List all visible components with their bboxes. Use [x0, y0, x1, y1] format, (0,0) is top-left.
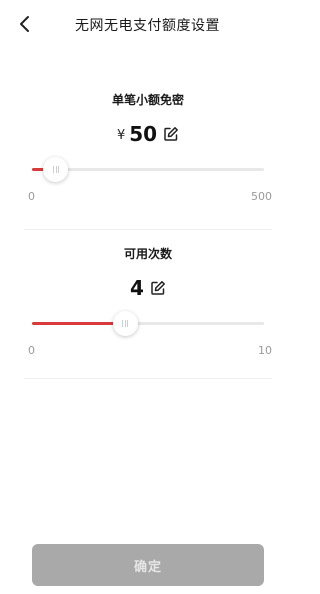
count-min-label: 0	[28, 344, 35, 357]
count-slider-thumb[interactable]	[112, 311, 138, 336]
amount-label: 单笔小额免密	[111, 93, 184, 107]
count-section: 可用次数 4 0 10	[24, 238, 272, 378]
edit-amount-button[interactable]	[163, 126, 179, 142]
amount-value: 50	[129, 122, 158, 146]
grip-icon	[52, 166, 59, 173]
section-divider	[24, 229, 272, 230]
amount-slider-thumb[interactable]	[43, 157, 69, 182]
count-value-row: 4	[24, 276, 272, 300]
confirm-button[interactable]: 确定	[32, 544, 264, 586]
count-label: 可用次数	[123, 247, 172, 261]
edit-icon	[164, 127, 179, 141]
amount-slider-track[interactable]	[32, 157, 264, 182]
currency-symbol: ¥	[116, 128, 126, 143]
amount-value-row: ¥ 50	[24, 122, 272, 146]
amount-min-label: 0	[28, 190, 35, 203]
grip-icon	[122, 320, 129, 327]
edit-icon	[151, 281, 165, 295]
page-title: 无网无电支付额度设置	[75, 18, 220, 34]
amount-max-label: 500	[251, 190, 272, 203]
count-slider-fill	[32, 322, 125, 325]
edit-count-button[interactable]	[150, 280, 166, 296]
nav-bar: 无网无电支付额度设置	[0, 0, 295, 50]
count-value: 4	[130, 276, 144, 300]
count-slider-track[interactable]	[32, 311, 264, 336]
amount-section: 单笔小额免密 ¥ 50 0 500	[24, 84, 272, 229]
section-divider	[24, 378, 272, 379]
count-max-label: 10	[258, 344, 272, 357]
